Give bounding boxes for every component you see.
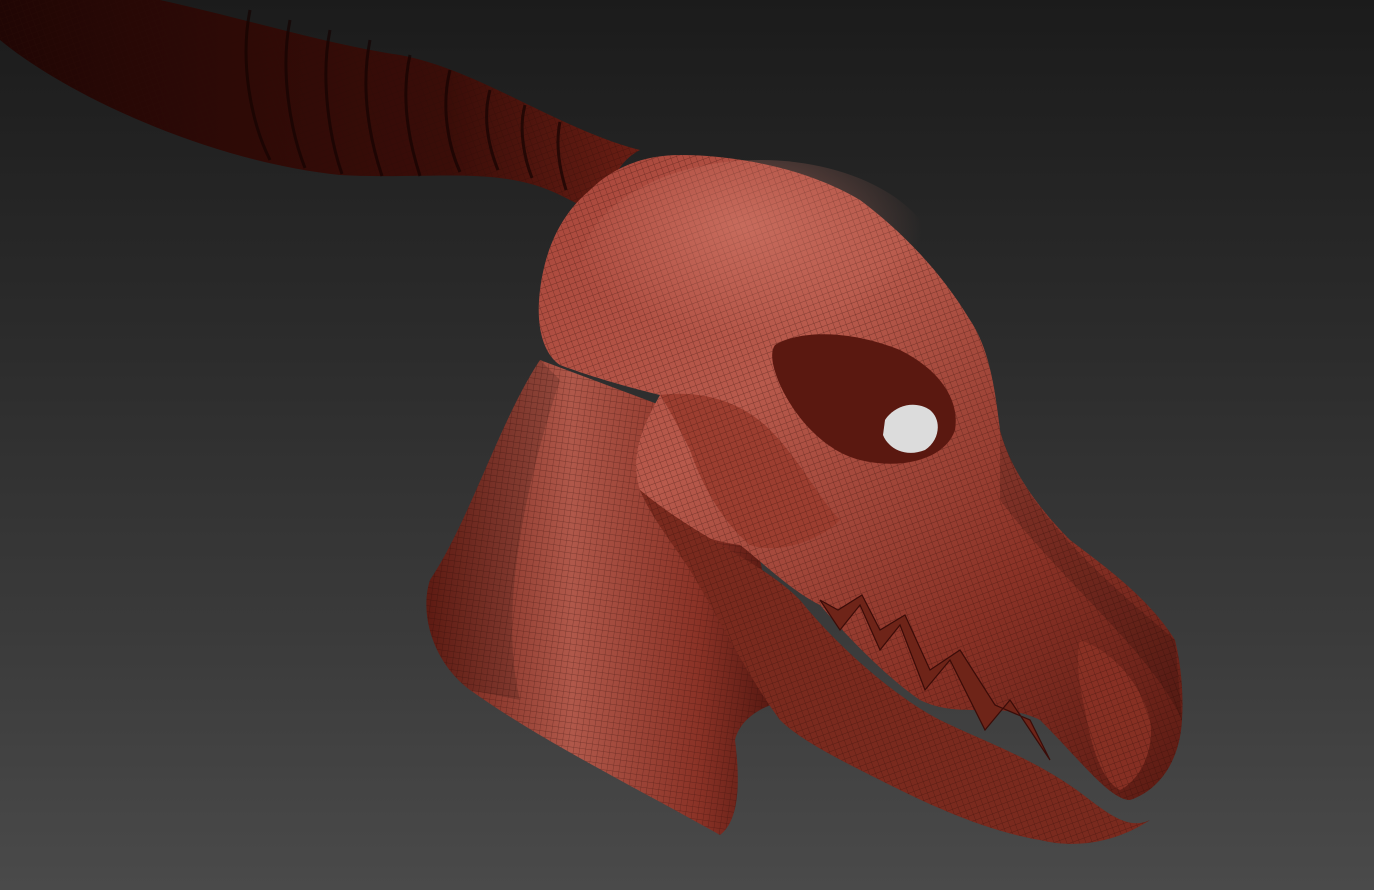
horn — [0, 0, 640, 215]
sculpt-render — [0, 0, 1183, 844]
3d-viewport[interactable] — [0, 0, 1374, 890]
